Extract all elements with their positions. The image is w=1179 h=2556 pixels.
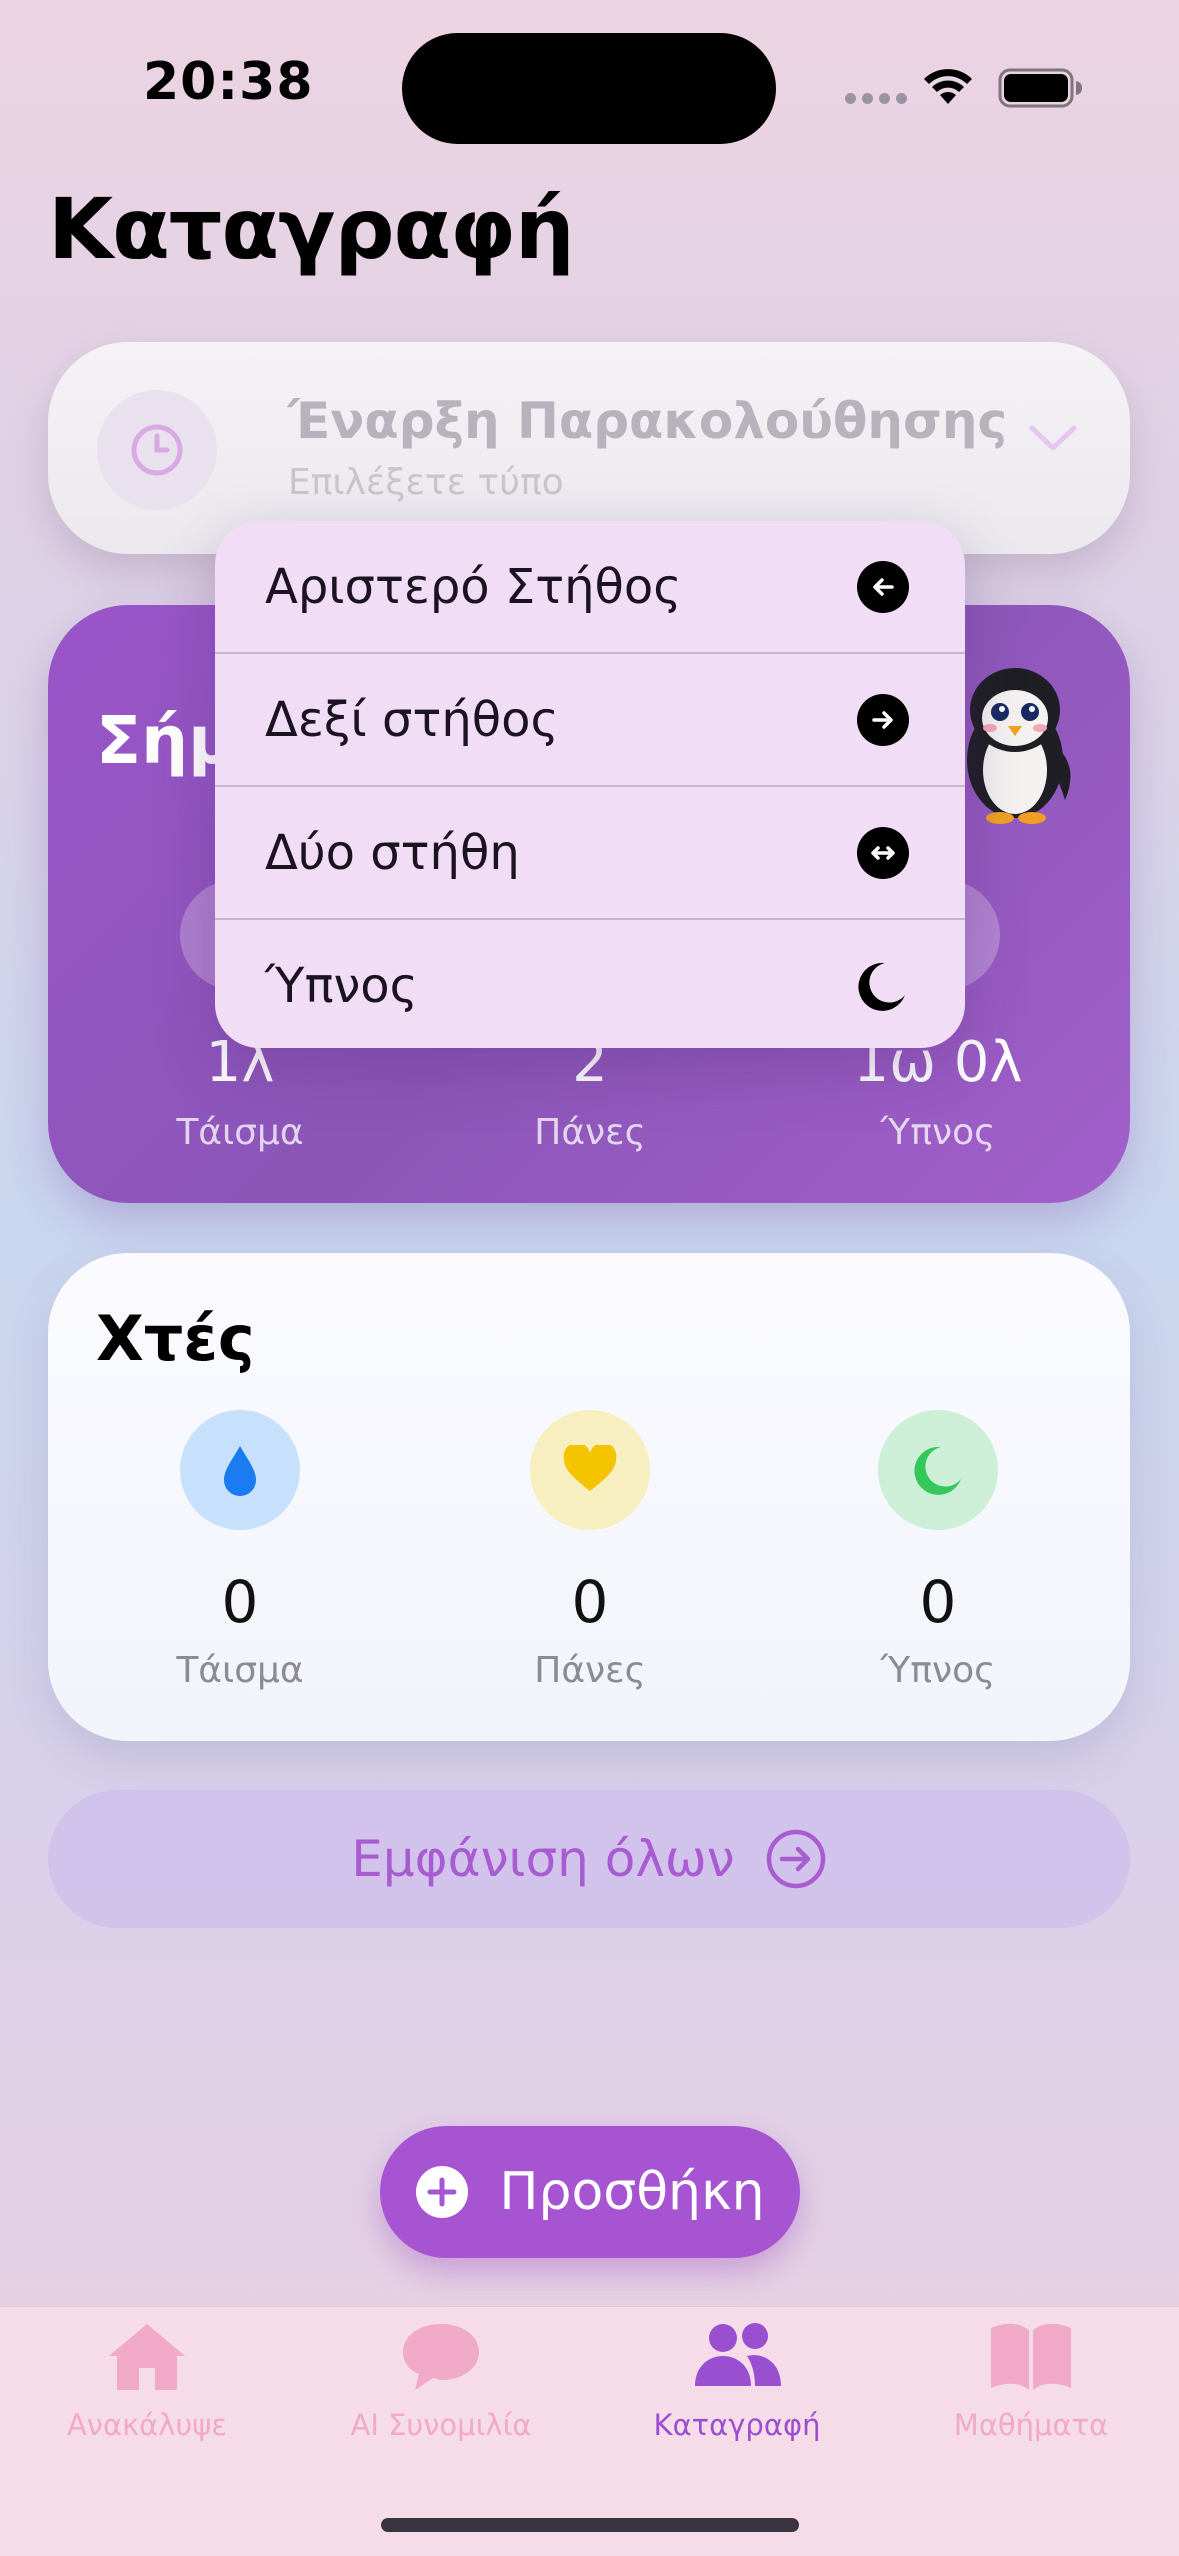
yesterday-sleep-value: 0	[919, 1568, 957, 1636]
wifi-icon	[924, 69, 972, 104]
tracking-title: Έναρξη Παρακολούθησης	[288, 392, 1008, 450]
yesterday-feeding-value: 0	[221, 1568, 259, 1636]
show-all-button[interactable]: Εμφάνιση όλων	[48, 1790, 1130, 1928]
moon-icon	[878, 1410, 998, 1530]
menu-item-right-breast[interactable]: Δεξί στήθος	[215, 654, 965, 785]
yesterday-feeding-label: Τάισμα	[176, 1650, 304, 1691]
tab-label: Μαθήματα	[953, 2408, 1109, 2442]
menu-item-label: Ύπνος	[265, 957, 418, 1014]
book-icon	[991, 2323, 1071, 2390]
menu-item-both-breasts[interactable]: Δύο στήθη	[215, 787, 965, 918]
tab-ai-chat[interactable]: AI Συνομιλία	[294, 2320, 588, 2442]
yesterday-diapers-value: 0	[571, 1568, 609, 1636]
chat-bubble-icon	[403, 2324, 479, 2390]
menu-item-left-breast[interactable]: Αριστερό Στήθος	[215, 521, 965, 652]
arrow-right-circle-icon	[857, 693, 909, 746]
tab-label: Ανακάλυψε	[66, 2408, 228, 2442]
yesterday-title: Χτές	[96, 1302, 255, 1375]
menu-item-label: Αριστερό Στήθος	[265, 558, 682, 615]
tab-lessons[interactable]: Μαθήματα	[884, 2320, 1178, 2442]
arrow-right-circle-icon	[766, 1829, 825, 1889]
show-all-label: Εμφάνιση όλων	[351, 1830, 735, 1888]
tab-log[interactable]: Καταγραφή	[590, 2320, 884, 2442]
today-sleep-label: Ύπνος	[880, 1112, 996, 1153]
penguin-mascot-icon	[967, 668, 1071, 824]
tab-label: AI Συνομιλία	[350, 2408, 532, 2442]
battery-icon	[998, 68, 1082, 108]
arrow-left-right-circle-icon	[857, 826, 909, 879]
page-title: Καταγραφή	[48, 180, 575, 278]
people-icon	[695, 2323, 781, 2386]
tab-label: Καταγραφή	[653, 2408, 821, 2442]
clock-icon	[97, 390, 217, 510]
arrow-left-circle-icon	[857, 560, 909, 613]
status-time: 20:38	[143, 52, 314, 112]
moon-icon	[858, 962, 905, 1011]
add-button-label: Προσθήκη	[499, 2162, 765, 2222]
add-button[interactable]: Προσθήκη	[380, 2126, 800, 2258]
tracking-type-menu: Αριστερό Στήθος Δεξί στήθος Δύο στήθη Ύπ…	[215, 521, 965, 1048]
heart-icon	[530, 1410, 650, 1530]
yesterday-sleep-label: Ύπνος	[880, 1650, 996, 1691]
today-feeding-label: Τάισμα	[176, 1112, 304, 1153]
yesterday-diapers-label: Πάνες	[534, 1650, 646, 1691]
drop-icon	[180, 1410, 300, 1530]
house-icon	[109, 2324, 185, 2390]
tracking-subtitle: Επιλέξετε τύπο	[288, 462, 564, 503]
home-indicator	[381, 2518, 799, 2532]
chevron-down-icon	[1029, 425, 1077, 451]
plus-circle-icon	[416, 2166, 469, 2218]
dynamic-island	[402, 33, 776, 144]
tab-discover[interactable]: Ανακάλυψε	[0, 2320, 294, 2442]
today-diapers-label: Πάνες	[534, 1112, 646, 1153]
menu-item-label: Δύο στήθη	[265, 824, 520, 881]
menu-item-sleep[interactable]: Ύπνος	[215, 920, 965, 1048]
menu-item-label: Δεξί στήθος	[265, 691, 559, 748]
cellular-signal-icon	[845, 93, 907, 104]
